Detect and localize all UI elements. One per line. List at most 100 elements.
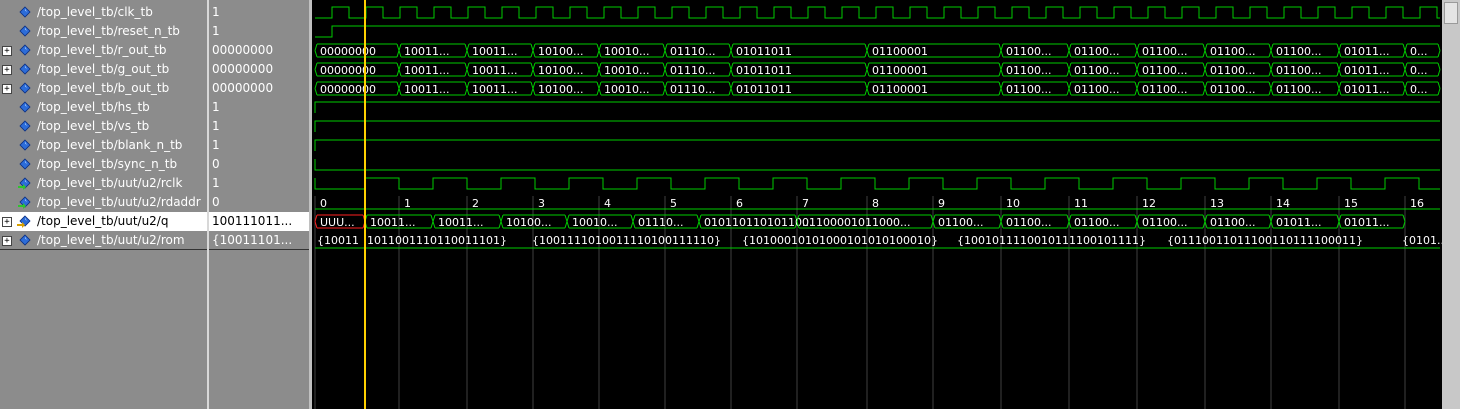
diamond-icon [17, 63, 31, 77]
value-row[interactable]: 1 [209, 174, 309, 193]
reset-waveform [315, 25, 1440, 38]
rdaddr-value-label: 14 [1276, 197, 1290, 210]
signal-name: /top_level_tb/reset_n_tb [37, 24, 180, 38]
value-row[interactable]: 1 [209, 136, 309, 155]
signal-value: 0 [212, 195, 220, 209]
value-row[interactable]: 1 [209, 117, 309, 136]
wave-window: /top_level_tb/clk_tb/top_level_tb/reset_… [0, 0, 1460, 409]
r-out-value-label: 01100... [1276, 45, 1321, 58]
value-row[interactable]: 100111011... [209, 212, 309, 231]
signal-row[interactable]: + /top_level_tb/uut/u2/q [0, 212, 207, 231]
signal-name-pane: /top_level_tb/clk_tb/top_level_tb/reset_… [0, 0, 207, 409]
rdaddr-value-label: 3 [538, 197, 545, 210]
signal-row[interactable]: /top_level_tb/uut/u2/rclk [0, 174, 207, 193]
q-value-label: 10100... [506, 216, 551, 229]
signal-value: 1 [212, 100, 220, 114]
signal-name: /top_level_tb/vs_tb [37, 119, 150, 133]
rdaddr-value-label: 12 [1142, 197, 1156, 210]
g-out-value-label: 01100... [1074, 64, 1119, 77]
value-row[interactable]: {10011101... [209, 231, 309, 250]
signal-row[interactable]: /top_level_tb/reset_n_tb [0, 22, 207, 41]
signal-name: /top_level_tb/r_out_tb [37, 43, 167, 57]
signal-row[interactable]: /top_level_tb/sync_n_tb [0, 155, 207, 174]
signal-value: 1 [212, 119, 220, 133]
signal-name: /top_level_tb/blank_n_tb [37, 138, 183, 152]
g-out-value-label: 01011011 [736, 64, 792, 77]
value-row[interactable]: 1 [209, 98, 309, 117]
value-row[interactable]: 00000000 [209, 60, 309, 79]
rdaddr-value-label: 2 [472, 197, 479, 210]
rom-value-label: {0101... [1402, 234, 1442, 247]
signal-row[interactable]: + /top_level_tb/uut/u2/rom [0, 231, 207, 250]
signal-name: /top_level_tb/hs_tb [37, 100, 150, 114]
q-value-label: 01100... [1142, 216, 1187, 229]
signal-row[interactable]: /top_level_tb/hs_tb [0, 98, 207, 117]
rom-value-label: 1011001110110011101} [367, 234, 507, 247]
expand-plus-icon[interactable]: + [2, 46, 12, 56]
signal-value-pane: 1 1 00000000 00000000 00000000 1 1 1 0 1 0 10011101… [209, 0, 309, 409]
flat-high-waveform [314, 120, 1440, 132]
r-out-value-label: 10100... [538, 45, 583, 58]
signal-row[interactable]: /top_level_tb/blank_n_tb [0, 136, 207, 155]
rom-value-label: {1001111010011110100111110} [532, 234, 721, 247]
expand-plus-icon[interactable]: + [2, 236, 12, 246]
signal-row[interactable]: /top_level_tb/vs_tb [0, 117, 207, 136]
b-out-value-label: 01110... [670, 83, 715, 96]
waveform-pane[interactable]: 00000000 10011... 10011... 10100... 10010...… [312, 0, 1442, 409]
g-out-value-label: 01100... [1276, 64, 1321, 77]
rdaddr-value-label: 7 [802, 197, 809, 210]
r-out-value-label: 01011011 [736, 45, 792, 58]
signal-row[interactable]: + /top_level_tb/r_out_tb [0, 41, 207, 60]
rdaddr-value-label: 8 [872, 197, 879, 210]
signal-value: 00000000 [212, 81, 274, 95]
value-row[interactable]: 1 [209, 22, 309, 41]
signal-row[interactable]: /top_level_tb/clk_tb [0, 3, 207, 22]
vertical-scrollbar[interactable] [1442, 0, 1460, 409]
signal-row[interactable]: + /top_level_tb/g_out_tb [0, 60, 207, 79]
q-value-label: 10011... [370, 216, 415, 229]
waveform-canvas[interactable]: 00000000 10011... 10011... 10100... 10010...… [312, 0, 1442, 409]
g-out-value-label: 01011... [1344, 64, 1389, 77]
signal-row[interactable]: + /top_level_tb/b_out_tb [0, 79, 207, 98]
expand-plus-icon[interactable]: + [2, 217, 12, 227]
b-out-value-label: 01100... [1006, 83, 1051, 96]
signal-value: {10011101... [212, 233, 293, 247]
value-row[interactable]: 00000000 [209, 79, 309, 98]
r-out-value-label: 10010... [604, 45, 649, 58]
diamond-icon [17, 120, 31, 134]
r-out-value-label: 01100... [1006, 45, 1051, 58]
g-out-value-label: 01100... [1006, 64, 1051, 77]
value-row[interactable]: 0 [209, 193, 309, 212]
signal-value: 00000000 [212, 43, 274, 57]
divider [209, 249, 309, 250]
expand-plus-icon[interactable]: + [2, 84, 12, 94]
scrollbar-thumb[interactable] [1444, 2, 1458, 24]
rdaddr-value-label: 5 [670, 197, 677, 210]
rdaddr-value-label: 1 [404, 197, 411, 210]
b-out-value-label: 10010... [604, 83, 649, 96]
flat-high-waveform [314, 139, 1440, 151]
input-diamond-icon [17, 196, 31, 210]
r-out-value-label: 01100001 [872, 45, 928, 58]
rdaddr-value-label: 11 [1074, 197, 1088, 210]
rom-value-label: {1001011110010111100101111} [957, 234, 1146, 247]
r-out-value-label: 10011... [404, 45, 449, 58]
diamond-icon [17, 44, 31, 58]
signal-value: 1 [212, 138, 220, 152]
rom-value-label: {10100010101000101010100010} [742, 234, 938, 247]
r-out-value-label: 0... [1410, 45, 1428, 58]
b-out-value-label: 01100... [1142, 83, 1187, 96]
signal-value: 00000000 [212, 62, 274, 76]
signal-row[interactable]: /top_level_tb/uut/u2/rdaddr [0, 193, 207, 212]
rdaddr-value-label: 10 [1006, 197, 1020, 210]
value-row[interactable]: 00000000 [209, 41, 309, 60]
rdaddr-value-label: 9 [938, 197, 945, 210]
q-value-label: 01100... [938, 216, 983, 229]
value-row[interactable]: 0 [209, 155, 309, 174]
signal-name: /top_level_tb/uut/u2/rclk [37, 176, 183, 190]
g-out-value-label: 10100... [538, 64, 583, 77]
sync-waveform [314, 159, 1440, 171]
expand-plus-icon[interactable]: + [2, 65, 12, 75]
value-row[interactable]: 1 [209, 3, 309, 22]
rdaddr-value-label: 16 [1410, 197, 1424, 210]
